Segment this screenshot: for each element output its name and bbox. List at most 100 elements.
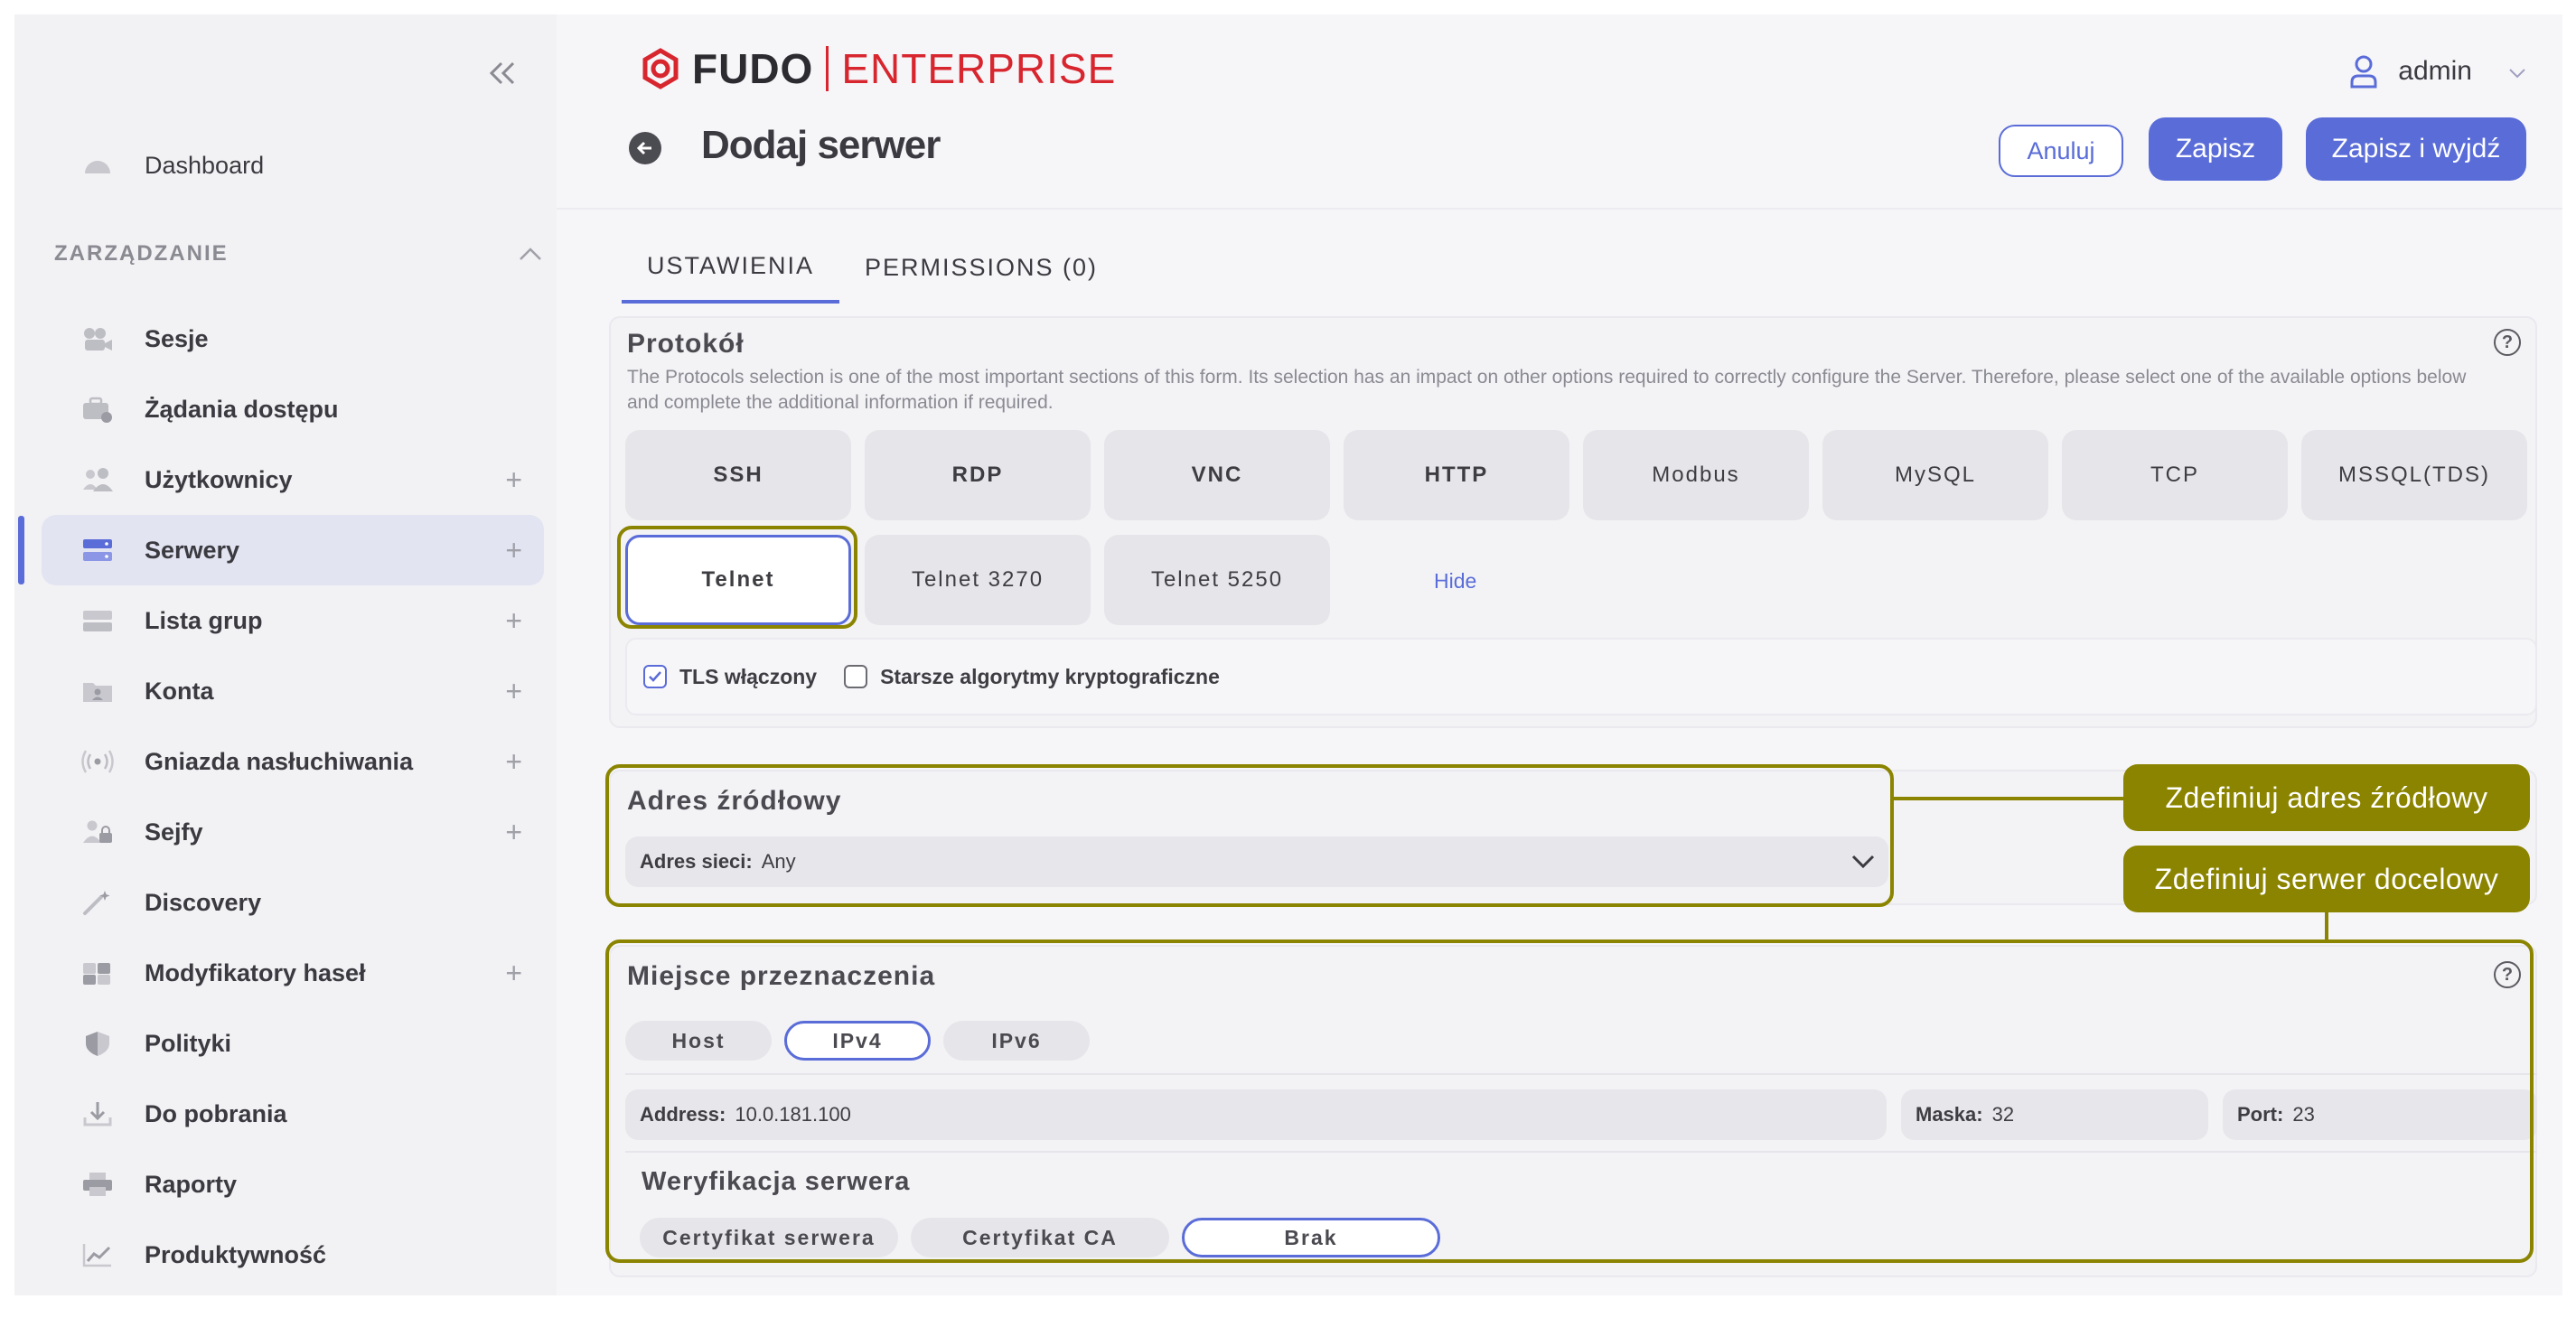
back-button[interactable] — [629, 132, 661, 164]
chevron-down-icon — [2509, 69, 2525, 79]
tabs: USTAWIENIA PERMISSIONS (0) — [622, 231, 1123, 305]
camera-icon — [78, 322, 117, 355]
fudo-logo-icon — [642, 48, 679, 89]
protocol-ssh[interactable]: SSH — [625, 430, 851, 520]
add-icon[interactable]: + — [505, 675, 522, 708]
sidebar-item-groups[interactable]: Lista grup + — [42, 585, 544, 656]
protocol-modbus[interactable]: Modbus — [1583, 430, 1809, 520]
briefcase-icon — [78, 393, 117, 425]
sidebar-item-password-changers[interactable]: Modyfikatory haseł + — [42, 938, 544, 1008]
logo-separator — [826, 46, 829, 91]
shield-icon — [78, 1027, 117, 1060]
collapse-sidebar-button[interactable] — [475, 51, 529, 96]
sidebar-item-productivity[interactable]: Produktywność — [42, 1220, 544, 1290]
user-menu[interactable]: admin — [2349, 54, 2472, 89]
protocol-rdp[interactable]: RDP — [865, 430, 1091, 520]
legacy-crypto-checkbox[interactable] — [844, 665, 868, 688]
double-chevron-left-icon — [489, 61, 515, 85]
add-icon[interactable]: + — [505, 745, 522, 779]
protocol-vnc[interactable]: VNC — [1104, 430, 1330, 520]
back-arrow-icon — [636, 141, 651, 155]
protocol-mssql[interactable]: MSSQL(TDS) — [2301, 430, 2527, 520]
sidebar-item-discovery[interactable]: Discovery — [42, 867, 544, 938]
line-chart-icon — [78, 1239, 117, 1271]
sidebar-item-reports[interactable]: Raporty — [42, 1149, 544, 1220]
add-icon[interactable]: + — [505, 816, 522, 849]
chevron-up-icon — [520, 248, 541, 260]
logo-fudo-text: FUDO — [692, 45, 814, 92]
sidebar-item-sessions[interactable]: Sesje — [42, 304, 544, 374]
save-and-exit-button[interactable]: Zapisz i wyjdź — [2306, 117, 2526, 181]
sidebar-item-label: Żądania dostępu — [145, 395, 339, 423]
tab-permissions[interactable]: PERMISSIONS (0) — [839, 231, 1123, 304]
add-icon[interactable]: + — [505, 604, 522, 638]
protocol-http[interactable]: HTTP — [1344, 430, 1569, 520]
section-label: ZARZĄDZANIE — [54, 241, 229, 266]
sidebar-item-label: Gniazda nasłuchiwania — [145, 747, 414, 775]
protocol-tcp[interactable]: TCP — [2062, 430, 2288, 520]
sidebar-item-servers[interactable]: Serwery + — [42, 515, 544, 585]
hide-protocols-link[interactable]: Hide — [1434, 569, 1476, 594]
sidebar-item-label: Użytkownicy — [145, 465, 293, 493]
callout-connector — [1894, 797, 2125, 800]
active-indicator — [18, 516, 24, 584]
protocol-options: TLS włączony Starsze algorytmy kryptogra… — [625, 638, 2537, 715]
source-address-highlight — [605, 764, 1894, 907]
legacy-crypto-label: Starsze algorytmy kryptograficzne — [880, 664, 1220, 688]
sidebar-section-header[interactable]: ZARZĄDZANIE — [54, 240, 542, 267]
broadcast-icon — [78, 745, 117, 778]
add-icon[interactable]: + — [505, 463, 522, 497]
telnet-highlight — [617, 526, 857, 629]
sidebar-item-dashboard[interactable]: Dashboard — [42, 143, 264, 188]
protocol-mysql[interactable]: MySQL — [1822, 430, 2048, 520]
sidebar-item-safes[interactable]: Sejfy + — [42, 797, 544, 867]
sidebar-item-downloads[interactable]: Do pobrania — [42, 1079, 544, 1149]
protocol-title: Protokół — [627, 329, 745, 359]
users-icon — [78, 463, 117, 496]
username: admin — [2398, 56, 2472, 86]
user-menu-chevron[interactable] — [2508, 67, 2526, 83]
sidebar-item-access-requests[interactable]: Żądania dostępu — [42, 374, 544, 444]
callout-destination: Zdefiniuj serwer docelowy — [2123, 846, 2530, 912]
add-icon[interactable]: + — [505, 534, 522, 567]
dashboard-icon — [78, 149, 117, 182]
page-title: Dodaj serwer — [701, 123, 941, 167]
protocol-telnet-5250[interactable]: Telnet 5250 — [1104, 535, 1330, 625]
callout-source-address: Zdefiniuj adres źródłowy — [2123, 764, 2530, 831]
magic-wand-icon — [78, 886, 117, 919]
group-list-icon — [78, 604, 117, 637]
download-icon — [78, 1098, 117, 1130]
tab-settings[interactable]: USTAWIENIA — [622, 231, 840, 304]
sidebar-item-label: Produktywność — [145, 1240, 327, 1268]
folder-user-icon — [78, 675, 117, 707]
sidebar-item-listeners[interactable]: Gniazda nasłuchiwania + — [42, 726, 544, 797]
sidebar-item-label: Polityki — [145, 1029, 232, 1057]
printer-icon — [78, 1168, 117, 1201]
logo-enterprise-text: ENTERPRISE — [841, 45, 1117, 92]
tls-label: TLS włączony — [679, 664, 818, 688]
user-lock-icon — [78, 816, 117, 848]
protocol-panel: Protokół The Protocols selection is one … — [609, 316, 2537, 728]
logo: FUDO ENTERPRISE — [640, 42, 1116, 96]
callout-connector — [2325, 912, 2328, 941]
help-icon[interactable]: ? — [2494, 329, 2521, 356]
sidebar-item-users[interactable]: Użytkownicy + — [42, 444, 544, 515]
server-icon — [78, 534, 117, 566]
user-icon — [2350, 55, 2377, 89]
destination-highlight — [605, 939, 2534, 1263]
sidebar-item-label: Sesje — [145, 324, 209, 352]
cancel-button[interactable]: Anuluj — [1999, 125, 2123, 177]
sidebar-item-policies[interactable]: Polityki — [42, 1008, 544, 1079]
sidebar-nav: Sesje Żądania dostępu Użytkownicy + Serw… — [42, 304, 544, 1290]
checkmark-icon — [649, 671, 661, 682]
sidebar: Dashboard ZARZĄDZANIE Sesje Żądania dost… — [14, 14, 557, 1295]
protocol-telnet-3270[interactable]: Telnet 3270 — [865, 535, 1091, 625]
sidebar-item-accounts[interactable]: Konta + — [42, 656, 544, 726]
sidebar-item-label: Modyfikatory haseł — [145, 958, 366, 986]
save-button[interactable]: Zapisz — [2149, 117, 2282, 181]
add-icon[interactable]: + — [505, 957, 522, 990]
sidebar-item-label: Discovery — [145, 888, 262, 916]
sidebar-item-label: Dashboard — [145, 151, 265, 179]
sidebar-item-label: Serwery — [145, 536, 240, 564]
tls-checkbox[interactable] — [643, 665, 667, 688]
